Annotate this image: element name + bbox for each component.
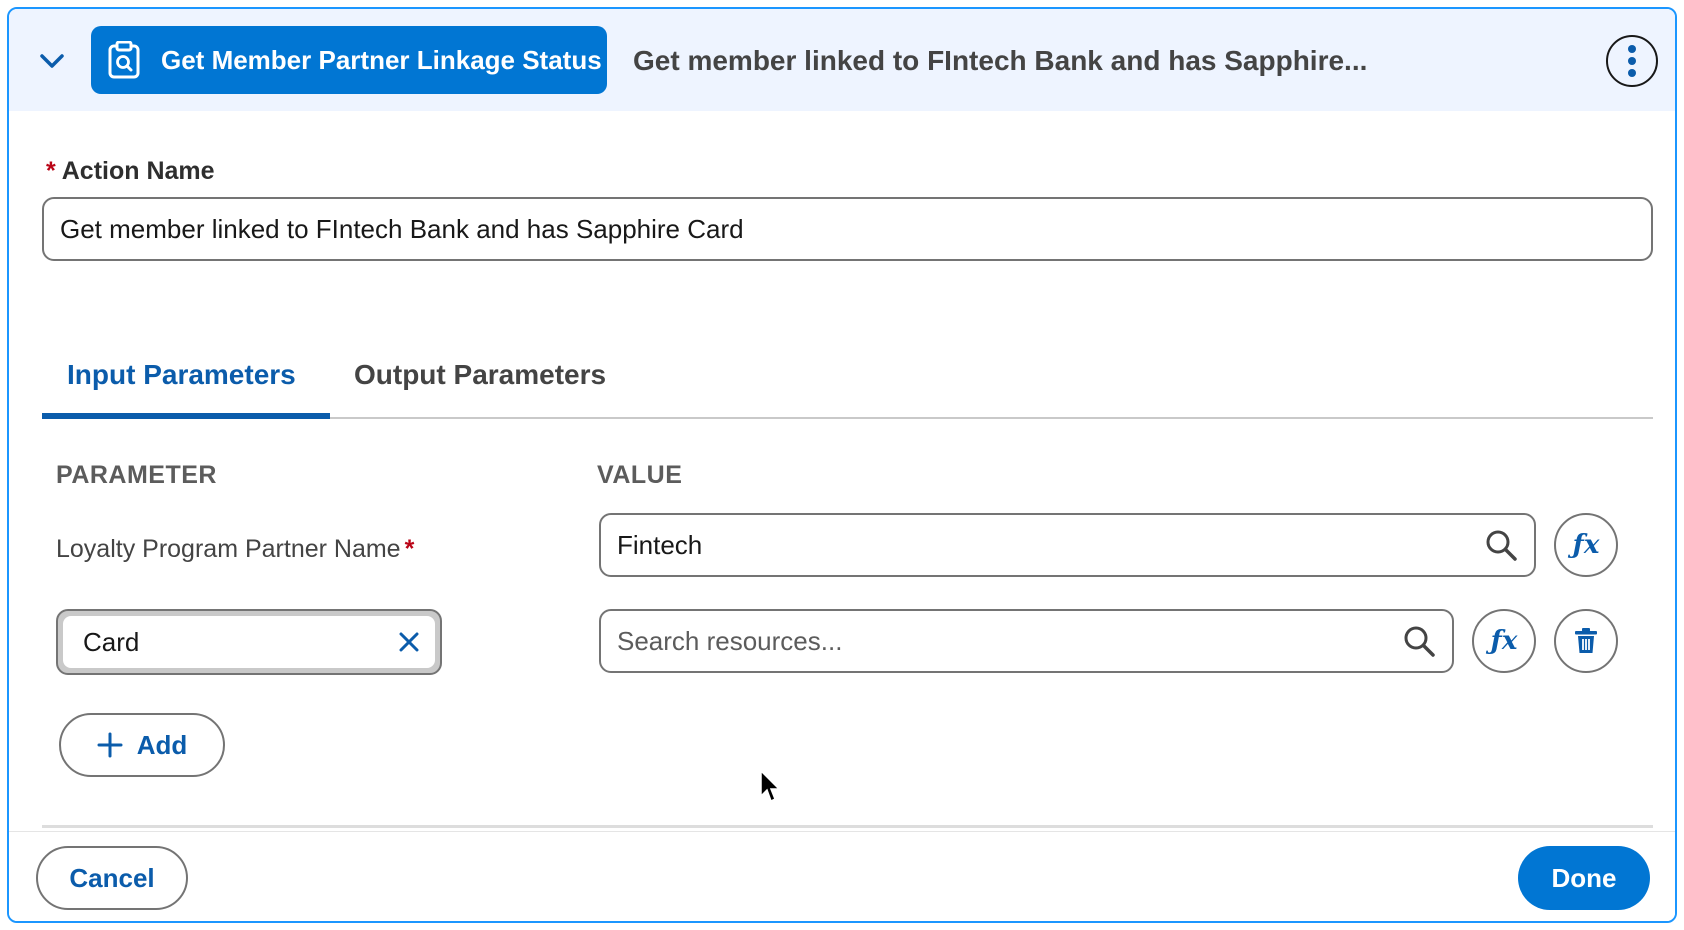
parameter-column-header: PARAMETER: [56, 461, 217, 489]
panel-footer: Cancel Done: [9, 831, 1675, 921]
action-header-title: Get member linked to FIntech Bank and ha…: [633, 45, 1368, 76]
action-header: Get Member Partner Linkage Status Get me…: [9, 9, 1675, 111]
function-icon: ƒx: [1572, 530, 1600, 560]
action-name-input[interactable]: [42, 197, 1653, 261]
formula-button[interactable]: ƒx: [1472, 609, 1536, 673]
tab-output-parameters[interactable]: Output Parameters: [354, 359, 606, 391]
more-actions-button[interactable]: [1606, 35, 1658, 87]
required-indicator: *: [404, 535, 415, 563]
parameter-tabs: Input Parameters Output Parameters: [42, 339, 1653, 419]
trash-icon: [1575, 628, 1597, 653]
action-type-label: Get Member Partner Linkage Status: [161, 44, 602, 75]
plus-icon: [97, 732, 123, 758]
card-value-search[interactable]: Search resources...: [599, 609, 1454, 673]
tab-input-parameters[interactable]: Input Parameters: [67, 359, 296, 391]
chevron-down-icon[interactable]: [37, 49, 67, 73]
function-icon: ƒx: [1490, 626, 1518, 656]
done-button[interactable]: Done: [1518, 846, 1650, 910]
partner-name-value: Fintech: [617, 529, 703, 560]
action-type-badge: Get Member Partner Linkage Status: [91, 26, 607, 94]
active-tab-indicator: [42, 413, 330, 419]
cancel-button[interactable]: Cancel: [36, 846, 188, 910]
partner-name-value-field[interactable]: Fintech: [599, 513, 1536, 577]
parameter-pill-card[interactable]: Card: [56, 609, 442, 675]
parameter-label-partner-name: Loyalty Program Partner Name *: [56, 535, 415, 563]
required-indicator: *: [46, 157, 56, 185]
add-parameter-button[interactable]: Add: [59, 713, 225, 777]
search-resources-input[interactable]: Search resources...: [617, 626, 1402, 657]
action-name-label: * Action Name: [46, 157, 215, 185]
delete-row-button[interactable]: [1554, 609, 1618, 673]
search-icon: [1404, 626, 1435, 657]
divider: [42, 825, 1653, 828]
value-column-header: VALUE: [597, 461, 683, 489]
formula-button[interactable]: ƒx: [1554, 513, 1618, 577]
close-icon[interactable]: [397, 630, 421, 654]
action-editor-panel: Get Member Partner Linkage Status Get me…: [7, 7, 1677, 923]
parameter-pill-label: Card: [83, 626, 140, 657]
add-button-label: Add: [136, 729, 188, 760]
mouse-cursor-icon: [760, 769, 781, 803]
kebab-menu-icon: [1628, 45, 1636, 77]
search-icon: [1486, 530, 1517, 561]
clipboard-search-icon: [108, 41, 140, 79]
